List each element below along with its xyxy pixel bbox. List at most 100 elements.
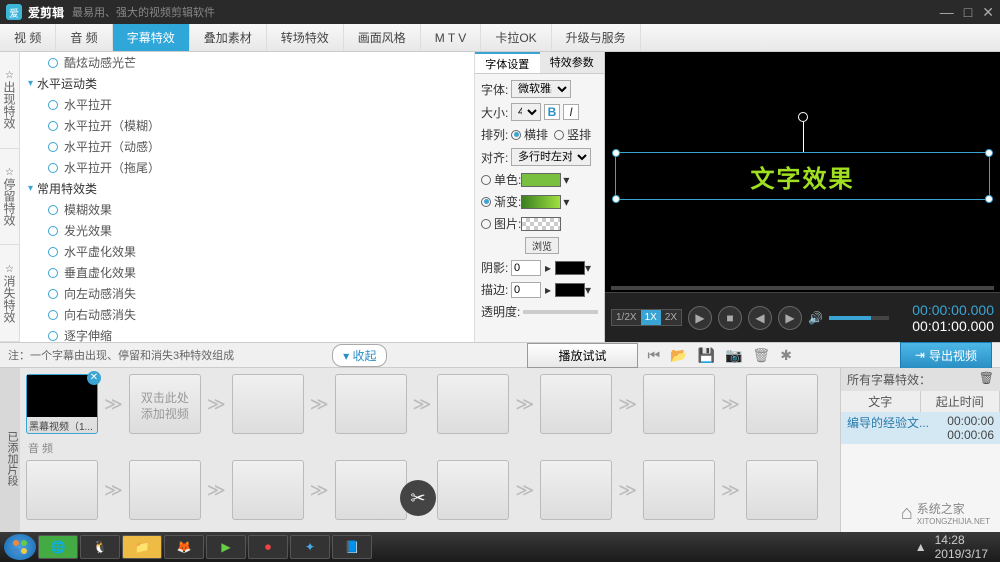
sidetab-stay[interactable]: ☆停留特效 [0, 149, 19, 246]
effect-item[interactable]: 水平拉开（模糊） [20, 115, 474, 136]
taskbar-app[interactable]: 📁 [122, 535, 162, 559]
audio-clip-empty[interactable] [437, 460, 509, 520]
taskbar-app[interactable]: ⏺ [248, 535, 288, 559]
preview-play-button[interactable]: 播放试试 [527, 343, 637, 368]
opacity-slider[interactable] [523, 310, 598, 314]
play-button[interactable]: ▶ [688, 306, 712, 330]
tab-transition[interactable]: 转场特效 [267, 24, 344, 51]
volume-icon[interactable]: 🔊 [808, 311, 823, 325]
fonttab-settings[interactable]: 字体设置 [475, 52, 540, 73]
clip-empty[interactable] [540, 374, 612, 434]
clip-empty[interactable] [232, 374, 304, 434]
prev-button[interactable]: ◀ [748, 306, 772, 330]
taskbar-app[interactable]: ✦ [290, 535, 330, 559]
italic-button[interactable]: I [563, 104, 579, 120]
transition-icon[interactable]: ≫ [207, 394, 226, 415]
taskbar-app[interactable]: 🐧 [80, 535, 120, 559]
size-select[interactable]: 48 [511, 103, 541, 121]
audio-clip-empty[interactable] [746, 460, 818, 520]
system-tray[interactable]: ▲ 14:282019/3/17 [915, 533, 996, 561]
effect-item[interactable]: 水平虚化效果 [20, 241, 474, 262]
resize-handle[interactable] [612, 195, 620, 203]
effect-item[interactable]: 水平拉开 [20, 94, 474, 115]
audio-clip-empty[interactable] [335, 460, 407, 520]
effect-item[interactable]: 酷炫动感光芒 [20, 52, 474, 73]
speed-1x[interactable]: 1X [641, 310, 661, 325]
export-button[interactable]: ⇥导出视频 [900, 342, 992, 369]
delete-icon[interactable]: 🗑 [752, 347, 770, 364]
speed-half[interactable]: 1/2X [612, 310, 641, 325]
tab-upgrade[interactable]: 升级与服务 [552, 24, 641, 51]
sidetab-disappear[interactable]: ☆消失特效 [0, 245, 19, 342]
preview-area[interactable]: 文字效果 1/2X 1X 2X ▶ ■ ◀ ▶ 🔊 00:00:00.000 0… [605, 52, 1000, 342]
effect-item[interactable]: 水平拉开（拖尾） [20, 157, 474, 178]
seek-bar[interactable] [611, 286, 994, 290]
clip-empty[interactable] [643, 374, 715, 434]
volume-slider[interactable] [829, 316, 889, 320]
clip-empty[interactable] [335, 374, 407, 434]
collapse-button[interactable]: ▾ 收起 [332, 344, 387, 367]
bold-button[interactable]: B [544, 104, 560, 120]
tab-video[interactable]: 视 频 [0, 24, 56, 51]
taskbar-app[interactable]: 📘 [332, 535, 372, 559]
taskbar-app[interactable]: 🦊 [164, 535, 204, 559]
resize-handle[interactable] [985, 149, 993, 157]
image-swatch[interactable] [521, 217, 561, 231]
gradient-swatch[interactable] [521, 195, 561, 209]
fonttab-params[interactable]: 特效参数 [540, 52, 605, 73]
audio-clip-empty[interactable] [232, 460, 304, 520]
taskbar-app[interactable]: 🌐 [38, 535, 78, 559]
font-select[interactable]: 微软雅黑 [511, 80, 571, 98]
taskbar-app[interactable]: ▶ [206, 535, 246, 559]
effect-item[interactable]: 模糊效果 [20, 199, 474, 220]
clip-filled[interactable]: ✕黑幕视频（1... [26, 374, 98, 434]
maximize-button[interactable]: □ [964, 4, 972, 21]
radio-horizontal[interactable] [511, 130, 521, 140]
speed-2x[interactable]: 2X [661, 310, 681, 325]
effect-item[interactable]: 发光效果 [20, 220, 474, 241]
close-button[interactable]: ✕ [982, 4, 994, 21]
share-icon[interactable]: ✱ [780, 347, 792, 364]
radio-image[interactable] [481, 219, 491, 229]
tab-overlay[interactable]: 叠加素材 [190, 24, 267, 51]
radio-gradient[interactable] [481, 197, 491, 207]
resize-handle[interactable] [985, 195, 993, 203]
effect-list[interactable]: 酷炫动感光芒 ▾水平运动类 水平拉开 水平拉开（模糊） 水平拉开（动感） 水平拉… [20, 52, 475, 342]
panel-delete-icon[interactable]: 🗑 [979, 371, 994, 388]
camera-icon[interactable]: 📷 [725, 347, 742, 364]
color-swatch[interactable] [521, 173, 561, 187]
resize-handle[interactable] [612, 149, 620, 157]
shadow-input[interactable] [511, 260, 541, 276]
audio-clip-empty[interactable] [129, 460, 201, 520]
browse-button[interactable]: 浏览 [525, 237, 559, 254]
stroke-color[interactable] [555, 283, 585, 297]
prev-frame-icon[interactable]: ⏮ [648, 347, 661, 364]
stroke-input[interactable] [511, 282, 541, 298]
audio-clip-empty[interactable] [643, 460, 715, 520]
effect-category[interactable]: ▾水平运动类 [20, 73, 474, 94]
transition-icon[interactable]: ≫ [104, 394, 123, 415]
effect-category[interactable]: ▾常用特效类 [20, 178, 474, 199]
clip-empty[interactable] [746, 374, 818, 434]
tray-icon[interactable]: ▲ [915, 540, 927, 554]
stop-button[interactable]: ■ [718, 306, 742, 330]
tab-mtv[interactable]: M T V [421, 24, 482, 51]
minimize-button[interactable]: — [940, 4, 954, 21]
start-button[interactable] [4, 534, 36, 560]
effect-item[interactable]: 向右动感消失 [20, 304, 474, 325]
tab-subtitle-effects[interactable]: 字幕特效 [113, 24, 190, 51]
rotate-handle[interactable] [798, 112, 808, 122]
text-bounding-box[interactable]: 文字效果 [615, 152, 990, 200]
effect-item[interactable]: 水平拉开（动感） [20, 136, 474, 157]
effect-item[interactable]: 垂直虚化效果 [20, 262, 474, 283]
radio-vertical[interactable] [554, 130, 564, 140]
clip-empty[interactable]: 双击此处添加视频 [129, 374, 201, 434]
shadow-color[interactable] [555, 261, 585, 275]
open-icon[interactable]: 📂 [670, 347, 687, 364]
tab-karaoke[interactable]: 卡拉OK [481, 24, 551, 51]
tab-style[interactable]: 画面风格 [344, 24, 421, 51]
align-select[interactable]: 多行时左对齐 [511, 148, 591, 166]
radio-solid[interactable] [481, 175, 491, 185]
tab-audio[interactable]: 音 频 [56, 24, 112, 51]
next-button[interactable]: ▶ [778, 306, 802, 330]
